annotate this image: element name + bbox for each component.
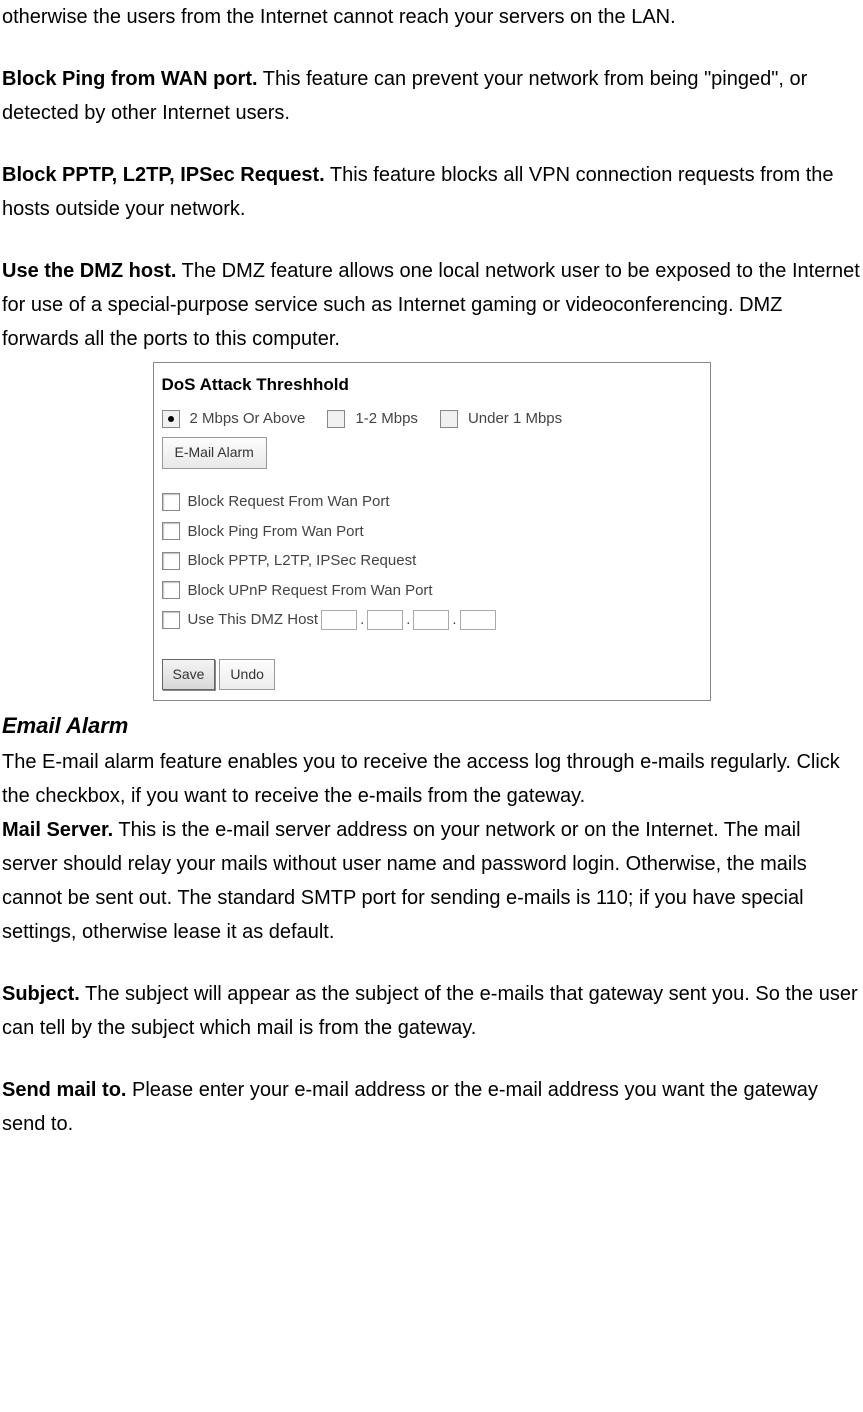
- checkbox-block-vpn-label: Block PPTP, L2TP, IPSec Request: [188, 548, 417, 574]
- dot-icon: .: [360, 607, 364, 633]
- block-vpn-heading: Block PPTP, L2TP, IPSec Request.: [2, 164, 325, 186]
- subject-heading: Subject.: [2, 983, 80, 1005]
- checkbox-row-block-request: Block Request From Wan Port: [162, 489, 702, 515]
- checkbox-row-block-upnp: Block UPnP Request From Wan Port: [162, 578, 702, 604]
- dot-icon: .: [452, 607, 456, 633]
- checkbox-row-block-vpn: Block PPTP, L2TP, IPSec Request: [162, 548, 702, 574]
- send-mail-heading: Send mail to.: [2, 1079, 126, 1101]
- threshold-radio-row: 2 Mbps Or Above 1-2 Mbps Under 1 Mbps: [162, 406, 702, 432]
- paragraph-intro: otherwise the users from the Internet ca…: [2, 0, 861, 34]
- checkbox-block-request-label: Block Request From Wan Port: [188, 489, 390, 515]
- radio-under1-label: Under 1 Mbps: [468, 406, 562, 432]
- dmz-ip-octet-4[interactable]: [460, 610, 496, 630]
- paragraph-subject: Subject. The subject will appear as the …: [2, 977, 861, 1045]
- paragraph-block-ping: Block Ping from WAN port. This feature c…: [2, 62, 861, 130]
- settings-screenshot: DoS Attack Threshhold 2 Mbps Or Above 1-…: [153, 362, 711, 701]
- checkbox-row-block-ping: Block Ping From Wan Port: [162, 519, 702, 545]
- checkbox-dmz-host[interactable]: [162, 611, 180, 629]
- checkbox-block-request[interactable]: [162, 493, 180, 511]
- checkbox-block-upnp-label: Block UPnP Request From Wan Port: [188, 578, 433, 604]
- radio-under1-icon[interactable]: [440, 410, 458, 428]
- checkbox-block-ping[interactable]: [162, 522, 180, 540]
- checkbox-list: Block Request From Wan Port Block Ping F…: [162, 489, 702, 633]
- paragraph-send-mail-to: Send mail to. Please enter your e-mail a…: [2, 1073, 861, 1141]
- undo-button[interactable]: Undo: [219, 659, 274, 691]
- block-ping-heading: Block Ping from WAN port.: [2, 68, 258, 90]
- radio-1-2mbps-label: 1-2 Mbps: [355, 406, 418, 432]
- radio-1-2mbps-icon[interactable]: [327, 410, 345, 428]
- checkbox-block-ping-label: Block Ping From Wan Port: [188, 519, 364, 545]
- button-row: Save Undo: [162, 659, 702, 691]
- dmz-ip-octet-2[interactable]: [367, 610, 403, 630]
- radio-2mbps-icon[interactable]: [162, 410, 180, 428]
- paragraph-email-alarm: The E-mail alarm feature enables you to …: [2, 745, 861, 813]
- checkbox-dmz-host-label: Use This DMZ Host: [188, 607, 319, 633]
- dos-threshold-title: DoS Attack Threshhold: [162, 371, 702, 400]
- checkbox-block-vpn[interactable]: [162, 552, 180, 570]
- radio-2mbps-label: 2 Mbps Or Above: [190, 406, 306, 432]
- mail-server-heading: Mail Server.: [2, 819, 113, 841]
- dmz-ip-octet-3[interactable]: [413, 610, 449, 630]
- email-alarm-button[interactable]: E-Mail Alarm: [162, 437, 267, 469]
- checkbox-row-dmz-host: Use This DMZ Host . . .: [162, 607, 702, 633]
- checkbox-block-upnp[interactable]: [162, 581, 180, 599]
- dot-icon: .: [406, 607, 410, 633]
- document-content: otherwise the users from the Internet ca…: [0, 0, 863, 1141]
- email-alarm-subheading: Email Alarm: [2, 707, 861, 744]
- paragraph-mail-server: Mail Server. This is the e-mail server a…: [2, 813, 861, 949]
- subject-text: The subject will appear as the subject o…: [2, 983, 858, 1039]
- paragraph-block-vpn: Block PPTP, L2TP, IPSec Request. This fe…: [2, 158, 861, 226]
- dmz-ip-octet-1[interactable]: [321, 610, 357, 630]
- mail-server-text: This is the e-mail server address on you…: [2, 819, 807, 943]
- save-button[interactable]: Save: [162, 659, 216, 691]
- paragraph-dmz: Use the DMZ host. The DMZ feature allows…: [2, 254, 861, 356]
- dmz-heading: Use the DMZ host.: [2, 260, 176, 282]
